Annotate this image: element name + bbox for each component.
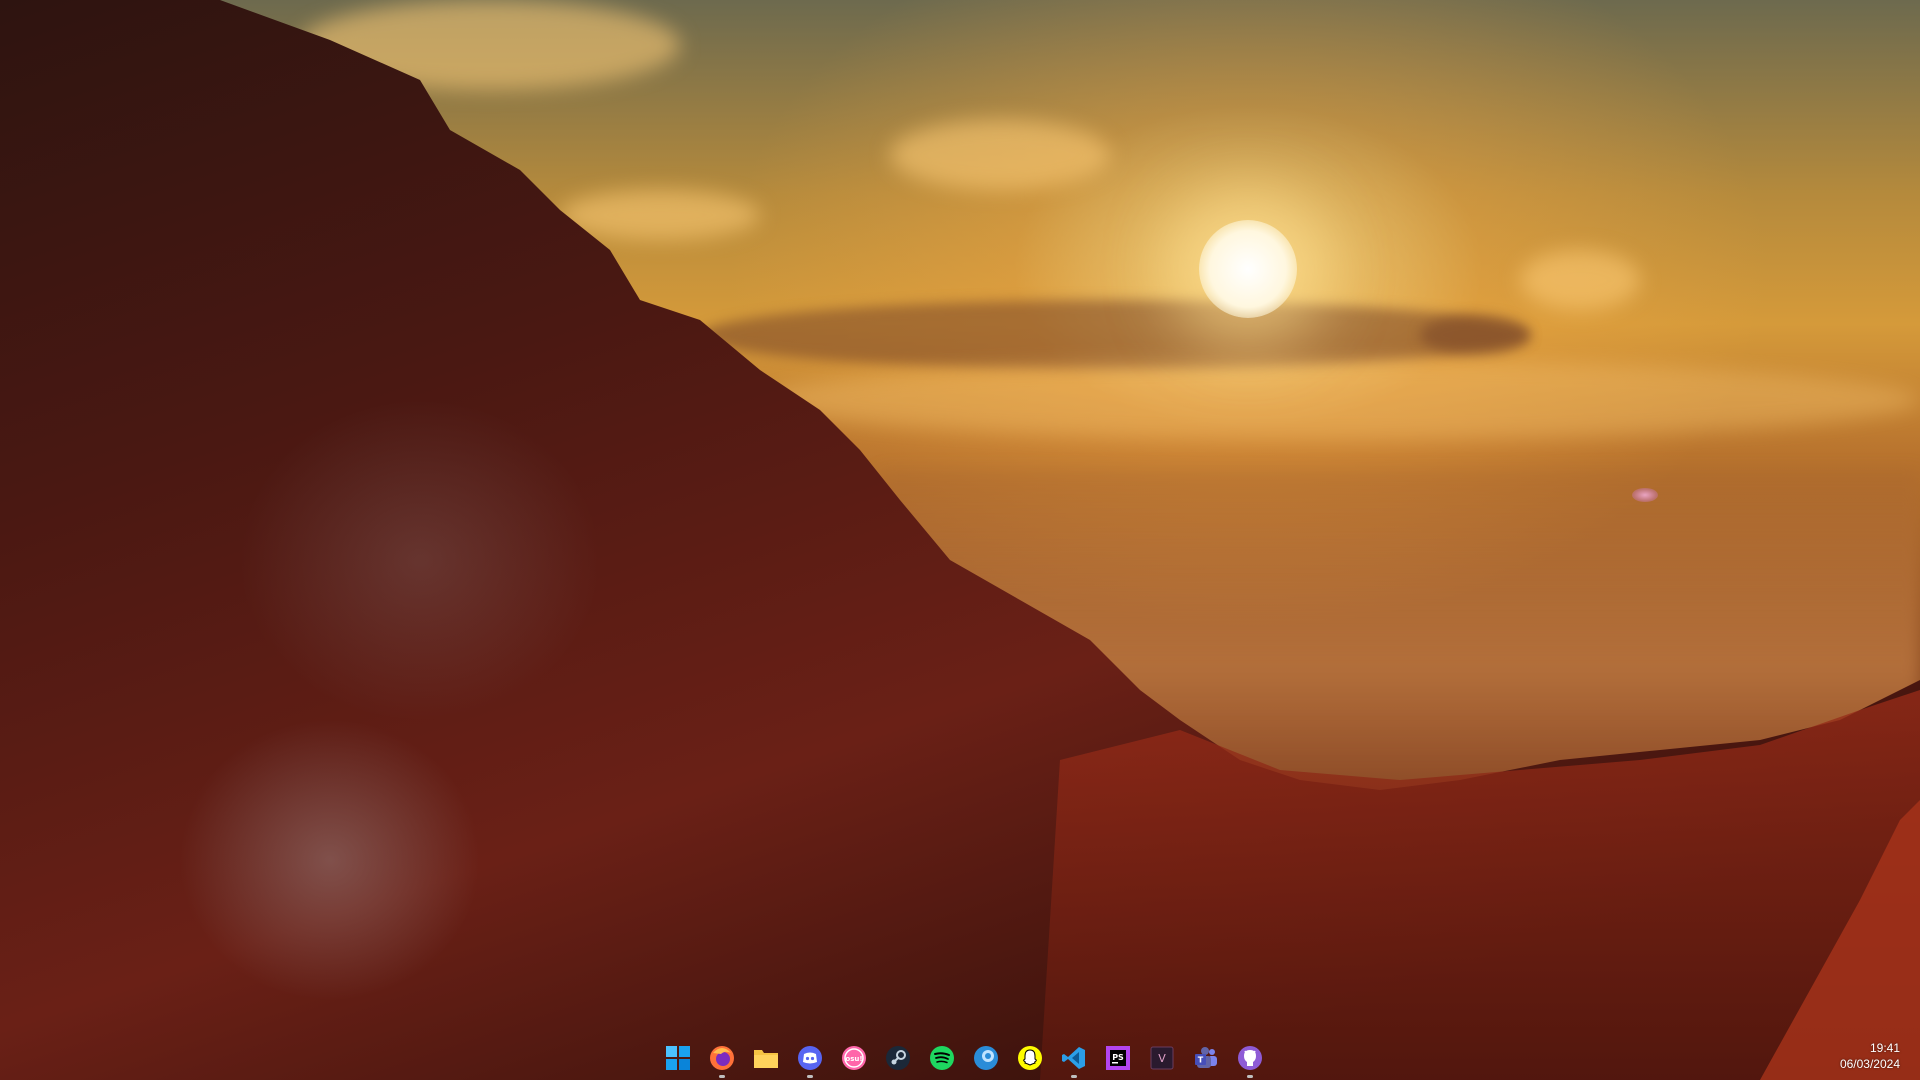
fog-patch [180, 720, 480, 1000]
github-icon [1238, 1046, 1262, 1070]
taskbar-github[interactable] [1232, 1040, 1268, 1078]
phpstorm-label: PS [1112, 1053, 1124, 1062]
taskbar-file-explorer[interactable] [748, 1040, 784, 1076]
svg-text:T: T [1198, 1056, 1204, 1065]
phpstorm-icon: PS [1106, 1046, 1130, 1070]
taskbar-teams[interactable]: T [1188, 1040, 1224, 1076]
vscode-icon [1062, 1047, 1085, 1069]
osu-label: osu! [845, 1055, 862, 1063]
taskbar-browser[interactable] [968, 1040, 1004, 1076]
lower-forest [1040, 690, 1920, 1080]
teams-icon: T [1195, 1047, 1217, 1068]
taskbar-spotify[interactable] [924, 1040, 960, 1076]
windows-start-icon [666, 1046, 690, 1070]
steam-icon [886, 1046, 910, 1070]
osu-icon: osu! [842, 1046, 866, 1070]
discord-icon [798, 1046, 822, 1070]
snapchat-icon [1018, 1046, 1042, 1070]
taskbar-phpstorm[interactable]: PS [1100, 1040, 1136, 1076]
taskbar-discord[interactable] [792, 1040, 828, 1078]
desktop-wallpaper: osu! PS V T 19:41 06/03/2024 [0, 0, 1920, 1080]
firefox-icon [710, 1046, 734, 1070]
taskbar-steam[interactable] [880, 1040, 916, 1076]
fog-patch [240, 400, 600, 720]
v-app-icon: V [1150, 1046, 1174, 1070]
taskbar-firefox[interactable] [704, 1040, 740, 1078]
forest-hill [0, 0, 1920, 1080]
folder-icon [754, 1050, 778, 1068]
system-clock[interactable]: 19:41 06/03/2024 [1840, 1040, 1900, 1072]
taskbar-app-list: osu! PS V T [660, 1040, 1268, 1078]
spotify-icon [930, 1046, 954, 1070]
v-app-label: V [1158, 1052, 1166, 1065]
taskbar-v-app[interactable]: V [1144, 1040, 1180, 1076]
taskbar-vscode[interactable] [1056, 1040, 1092, 1078]
clock-date: 06/03/2024 [1839, 1057, 1900, 1071]
start-button[interactable] [660, 1040, 696, 1076]
clock-time: 19:41 [1869, 1041, 1900, 1055]
taskbar-snapchat[interactable] [1012, 1040, 1048, 1076]
taskbar-osu[interactable]: osu! [836, 1040, 872, 1076]
globe-icon [974, 1046, 998, 1070]
